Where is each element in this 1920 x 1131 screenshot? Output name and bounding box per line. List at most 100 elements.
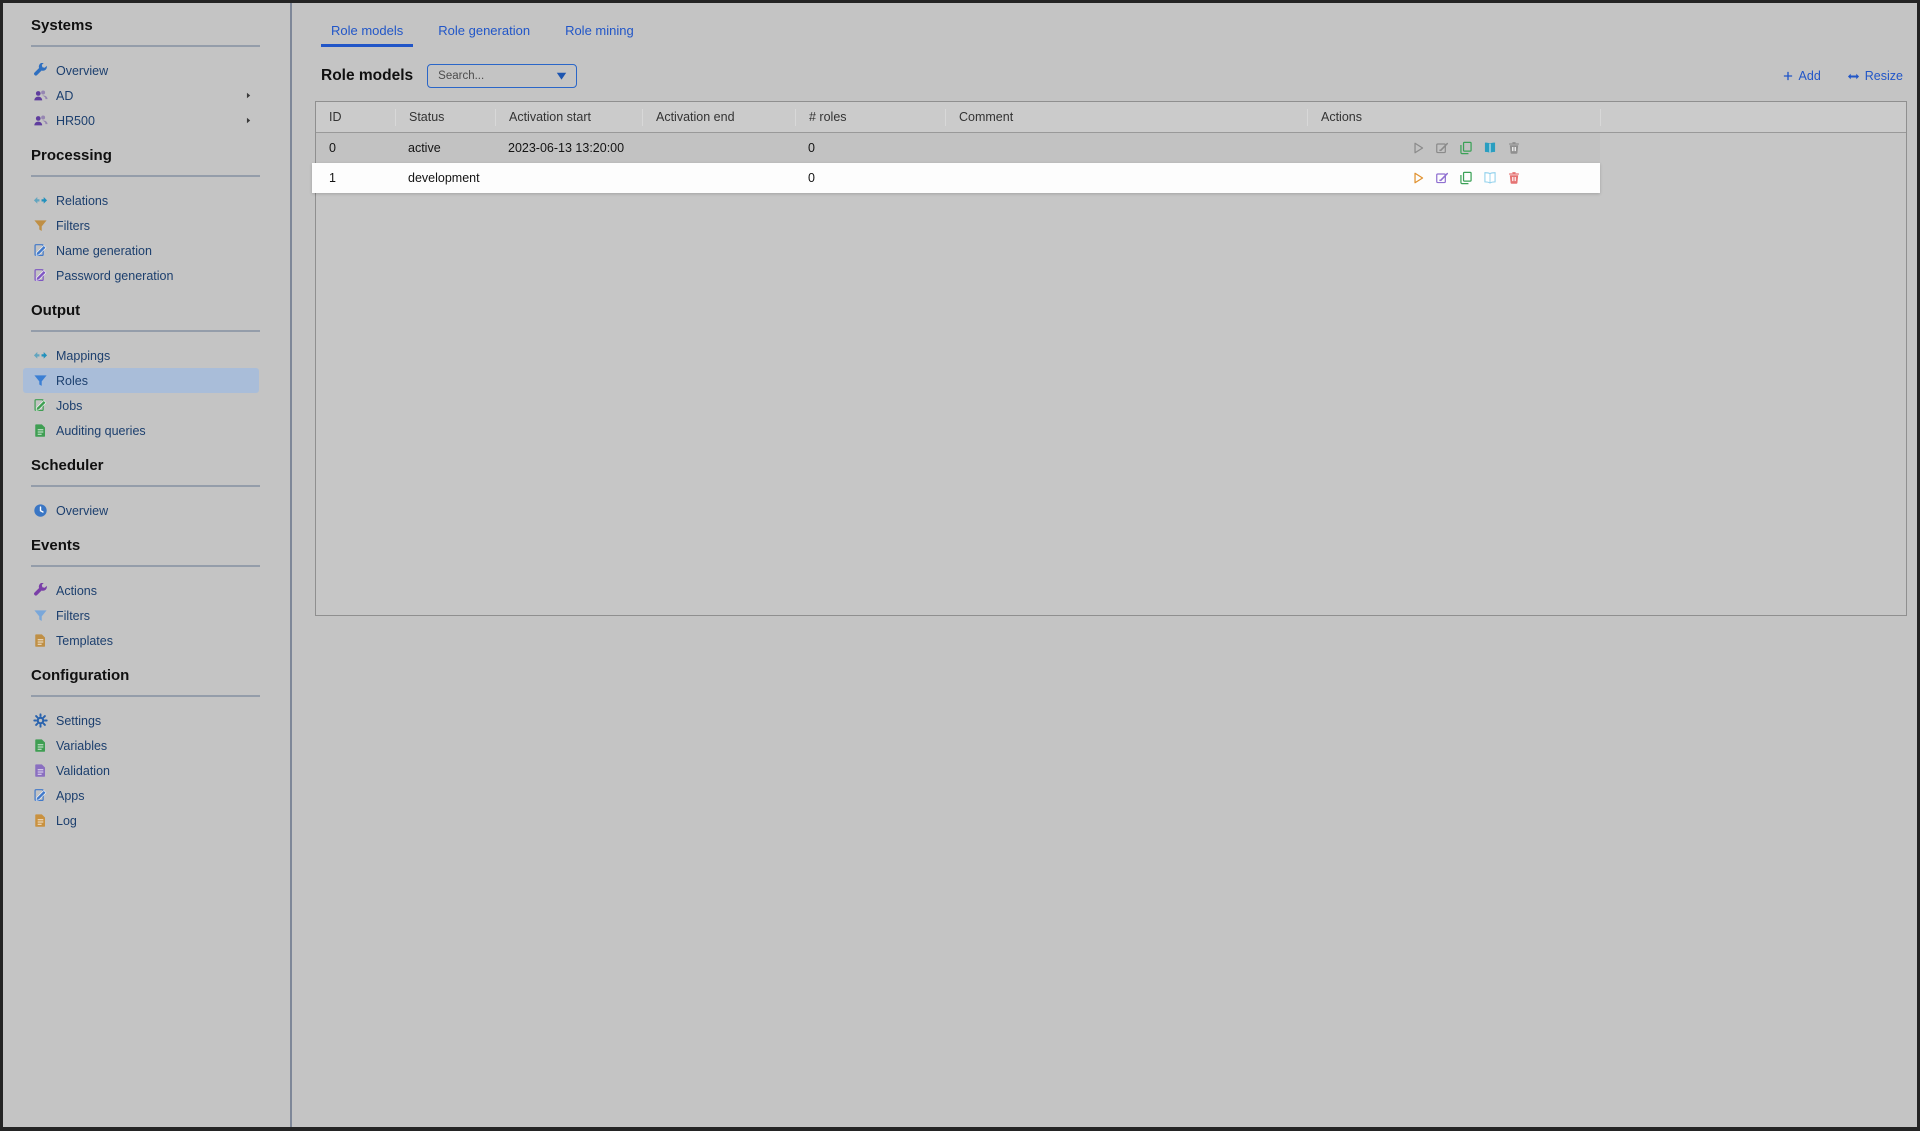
sidebar-item-scheduler-overview[interactable]: Overview [23,498,259,523]
gear-icon [33,713,48,728]
plus-icon [1782,70,1794,82]
tab-role-models[interactable]: Role models [321,23,413,47]
copy-pages-icon [1459,171,1473,185]
sidebar-item-systems-overview[interactable]: Overview [23,58,259,83]
action-documentation-button[interactable] [1483,141,1497,155]
sidebar-item-systems-ad[interactable]: AD [23,83,259,108]
sidebar-item-label: Overview [56,64,108,78]
section-title-systems: Systems [31,16,290,36]
sidebar-item-events-filters[interactable]: Filters [23,603,259,628]
column-header-id[interactable]: ID [316,109,395,126]
page-title: Role models [321,67,413,85]
cell-actions [1307,141,1600,155]
app-window: Systems Overview AD HR500 Processing Relation… [0,0,1920,1131]
action-delete-button[interactable] [1507,141,1521,155]
column-header-comment[interactable]: Comment [945,109,1307,126]
trash-icon [1507,171,1521,185]
sidebar-item-label: HR500 [56,114,95,128]
sidebar-item-label: Apps [56,789,85,803]
chevron-right-icon [244,116,253,125]
cell-status: active [395,141,495,155]
section-title-processing: Processing [31,146,290,166]
filter-funnel-icon [33,218,48,233]
section-title-scheduler: Scheduler [31,456,290,476]
sidebar-item-label: Relations [56,194,108,208]
sidebar-item-label: Overview [56,504,108,518]
users-group-icon [33,88,48,103]
edit-pencil-icon [1435,141,1449,155]
sidebar-item-label: Jobs [56,399,82,413]
horizontal-resize-icon [1847,70,1860,83]
wrench-icon [33,583,48,598]
open-book-icon [1483,141,1497,155]
sidebar-item-processing-name-generation[interactable]: Name generation [23,238,259,263]
sidebar-item-configuration-validation[interactable]: Validation [23,758,259,783]
table-row-0[interactable]: 0active2023-06-13 13:20:000 [316,133,1600,163]
chevron-right-icon [244,91,253,100]
users-group-icon [33,113,48,128]
sidebar-item-events-actions[interactable]: Actions [23,578,259,603]
tab-role-mining[interactable]: Role mining [555,23,644,47]
action-run-button[interactable] [1411,171,1425,185]
table-body: 0active2023-06-13 13:20:0001development0 [316,133,1906,193]
transfer-arrows-icon [33,348,48,363]
sidebar-item-processing-filters[interactable]: Filters [23,213,259,238]
toolbar: Role models Search... Add Resize [321,63,1903,89]
resize-button[interactable]: Resize [1847,69,1903,83]
column-header-activation-end[interactable]: Activation end [642,109,795,126]
action-edit-button[interactable] [1435,141,1449,155]
cell-status: development [395,171,495,185]
action-documentation-button[interactable] [1483,171,1497,185]
column-header-status[interactable]: Status [395,109,495,126]
action-edit-button[interactable] [1435,171,1449,185]
column-header-actions[interactable]: Actions [1307,109,1600,126]
search-placeholder: Search... [438,70,555,82]
document-edit-icon [33,788,48,803]
copy-pages-icon [1459,141,1473,155]
sidebar-item-processing-relations[interactable]: Relations [23,188,259,213]
section-title-output: Output [31,301,290,321]
sidebar-item-output-mappings[interactable]: Mappings [23,343,259,368]
sidebar-item-output-jobs[interactable]: Jobs [23,393,259,418]
column-header-activation-start[interactable]: Activation start [495,109,642,126]
sidebar-item-processing-password-generation[interactable]: Password generation [23,263,259,288]
sidebar-item-output-auditing-queries[interactable]: Auditing queries [23,418,259,443]
search-dropdown[interactable]: Search... [427,64,577,88]
document-icon [33,763,48,778]
tab-role-generation[interactable]: Role generation [428,23,540,47]
sidebar-item-label: Filters [56,609,90,623]
sidebar-item-configuration-variables[interactable]: Variables [23,733,259,758]
section-title-configuration: Configuration [31,666,290,686]
sidebar-item-label: Log [56,814,77,828]
trash-icon [1507,141,1521,155]
cell-actions [1307,171,1600,185]
sidebar-item-label: Filters [56,219,90,233]
sidebar-item-systems-hr500[interactable]: HR500 [23,108,259,133]
transfer-arrows-icon [33,193,48,208]
table-row-1[interactable]: 1development0 [312,163,1600,193]
sidebar-item-label: Validation [56,764,110,778]
action-delete-button[interactable] [1507,171,1521,185]
sidebar-item-label: Password generation [56,269,173,283]
sidebar-item-configuration-settings[interactable]: Settings [23,708,259,733]
cell-roles: 0 [795,171,945,185]
sidebar-item-label: Settings [56,714,101,728]
sidebar-item-configuration-log[interactable]: Log [23,808,259,833]
sidebar-item-events-templates[interactable]: Templates [23,628,259,653]
cell-activation-start: 2023-06-13 13:20:00 [495,141,642,155]
document-edit-icon [33,398,48,413]
action-copy-button[interactable] [1459,141,1473,155]
dropdown-filter-icon [555,70,568,83]
sidebar-item-configuration-apps[interactable]: Apps [23,783,259,808]
action-run-button[interactable] [1411,141,1425,155]
document-icon [33,813,48,828]
document-icon [33,633,48,648]
main-content: Role models Role generation Role mining Ro… [292,3,1917,1127]
play-icon [1411,141,1425,155]
action-copy-button[interactable] [1459,171,1473,185]
sidebar-item-label: AD [56,89,73,103]
sidebar-item-label: Templates [56,634,113,648]
sidebar-item-output-roles[interactable]: Roles [23,368,259,393]
add-button[interactable]: Add [1782,69,1821,83]
column-header-roles[interactable]: # roles [795,109,945,126]
